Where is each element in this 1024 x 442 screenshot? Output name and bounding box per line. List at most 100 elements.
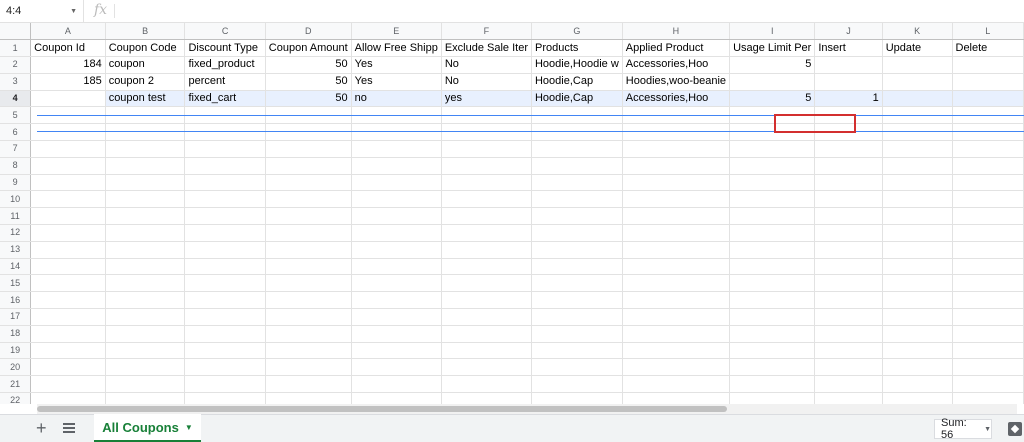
cell-j22[interactable] (814, 392, 883, 404)
cell-i9[interactable] (729, 174, 816, 192)
cell-f6[interactable] (441, 123, 532, 142)
spreadsheet-grid[interactable]: ABCDEFGHIJKL 1 Coupon Id Coupon Code Discou… (0, 23, 1024, 404)
cell-l11[interactable] (952, 207, 1024, 226)
column-header-j[interactable]: J (814, 23, 883, 41)
cell-a17[interactable] (30, 308, 106, 326)
cell-g3[interactable]: Hoodie,Cap (531, 73, 623, 91)
cell-g19[interactable] (531, 342, 623, 360)
cell-h3[interactable]: Hoodies,woo-beanie (622, 73, 731, 91)
cell-g13[interactable] (531, 241, 623, 259)
cell-a15[interactable] (30, 274, 106, 293)
cell-h5[interactable] (622, 106, 731, 125)
cell-f3[interactable]: No (441, 73, 532, 91)
cell-j20[interactable] (814, 358, 883, 377)
cell-j18[interactable] (814, 325, 883, 343)
cell-d7[interactable] (265, 140, 352, 158)
cell-i19[interactable] (729, 342, 816, 360)
row-header[interactable]: 9 (0, 174, 32, 192)
cell-l17[interactable] (952, 308, 1024, 326)
row-header[interactable]: 3 (0, 73, 32, 91)
cell-f14[interactable] (441, 258, 532, 276)
row-header[interactable]: 8 (0, 157, 32, 175)
cell-b19[interactable] (105, 342, 186, 360)
cell-a7[interactable] (30, 140, 106, 158)
cell-a6[interactable] (30, 123, 106, 142)
cell-e9[interactable] (351, 174, 442, 192)
cell-a13[interactable] (30, 241, 106, 259)
cell-i6[interactable] (729, 123, 816, 142)
cell-j11[interactable] (814, 207, 883, 226)
cell-b7[interactable] (105, 140, 186, 158)
cell-g7[interactable] (531, 140, 623, 158)
cell-d8[interactable] (265, 157, 352, 175)
sum-indicator[interactable]: Sum: 56 ▼ (934, 417, 992, 441)
cell-b21[interactable] (105, 375, 186, 394)
cell-k20[interactable] (882, 358, 953, 377)
cell-f17[interactable] (441, 308, 532, 326)
cell-e4[interactable]: no (351, 90, 442, 108)
cell-d14[interactable] (265, 258, 352, 276)
cell-l12[interactable] (952, 224, 1024, 242)
cell-g18[interactable] (531, 325, 623, 343)
cell-i4[interactable]: 5 (729, 90, 816, 108)
row-header[interactable]: 20 (0, 358, 32, 377)
cell-j12[interactable] (814, 224, 883, 242)
cell-g10[interactable] (531, 190, 623, 209)
cell-a11[interactable] (30, 207, 106, 226)
cell-j17[interactable] (814, 308, 883, 326)
cell-b8[interactable] (105, 157, 186, 175)
column-header-e[interactable]: E (351, 23, 442, 41)
cell-d10[interactable] (265, 190, 352, 209)
sheet-tab-all-coupons[interactable]: All Coupons ▼ (94, 414, 201, 442)
cell-c20[interactable] (184, 358, 266, 377)
cell-k10[interactable] (882, 190, 953, 209)
cell-c19[interactable] (184, 342, 266, 360)
cell-a3[interactable]: 185 (30, 73, 106, 91)
cell-a21[interactable] (30, 375, 106, 394)
cell-j1[interactable]: Insert (814, 39, 883, 58)
cell-d3[interactable]: 50 (265, 73, 352, 91)
cell-k11[interactable] (882, 207, 953, 226)
cell-g17[interactable] (531, 308, 623, 326)
row-header[interactable]: 13 (0, 241, 32, 259)
cell-d20[interactable] (265, 358, 352, 377)
column-header-d[interactable]: D (265, 23, 352, 41)
cell-i5[interactable] (729, 106, 816, 125)
cell-k1[interactable]: Update (882, 39, 953, 58)
cell-i21[interactable] (729, 375, 816, 394)
cell-i11[interactable] (729, 207, 816, 226)
cell-f18[interactable] (441, 325, 532, 343)
cell-l2[interactable] (952, 56, 1024, 74)
cell-c8[interactable] (184, 157, 266, 175)
cell-h13[interactable] (622, 241, 731, 259)
cell-j13[interactable] (814, 241, 883, 259)
cell-g5[interactable] (531, 106, 623, 125)
cell-f19[interactable] (441, 342, 532, 360)
cell-k19[interactable] (882, 342, 953, 360)
select-all-corner[interactable] (0, 23, 32, 41)
cell-a2[interactable]: 184 (30, 56, 106, 74)
row-header[interactable]: 1 (0, 39, 32, 58)
cell-g9[interactable] (531, 174, 623, 192)
cell-e22[interactable] (351, 392, 442, 404)
cell-e13[interactable] (351, 241, 442, 259)
row-header[interactable]: 15 (0, 274, 32, 293)
cell-a9[interactable] (30, 174, 106, 192)
cell-i1[interactable]: Usage Limit Per (729, 39, 816, 58)
cell-d2[interactable]: 50 (265, 56, 352, 74)
row-header[interactable]: 12 (0, 224, 32, 242)
column-header-c[interactable]: C (184, 23, 266, 41)
cell-h20[interactable] (622, 358, 731, 377)
column-header-b[interactable]: B (105, 23, 186, 41)
cell-b2[interactable]: coupon (105, 56, 186, 74)
cell-e17[interactable] (351, 308, 442, 326)
cell-l5[interactable] (952, 106, 1024, 125)
row-header[interactable]: 4 (0, 90, 32, 108)
cell-b13[interactable] (105, 241, 186, 259)
cell-h1[interactable]: Applied Product (622, 39, 731, 58)
cell-g2[interactable]: Hoodie,Hoodie w (531, 56, 623, 74)
row-header[interactable]: 22 (0, 392, 32, 404)
cell-k5[interactable] (882, 106, 953, 125)
cell-h19[interactable] (622, 342, 731, 360)
cell-h7[interactable] (622, 140, 731, 158)
